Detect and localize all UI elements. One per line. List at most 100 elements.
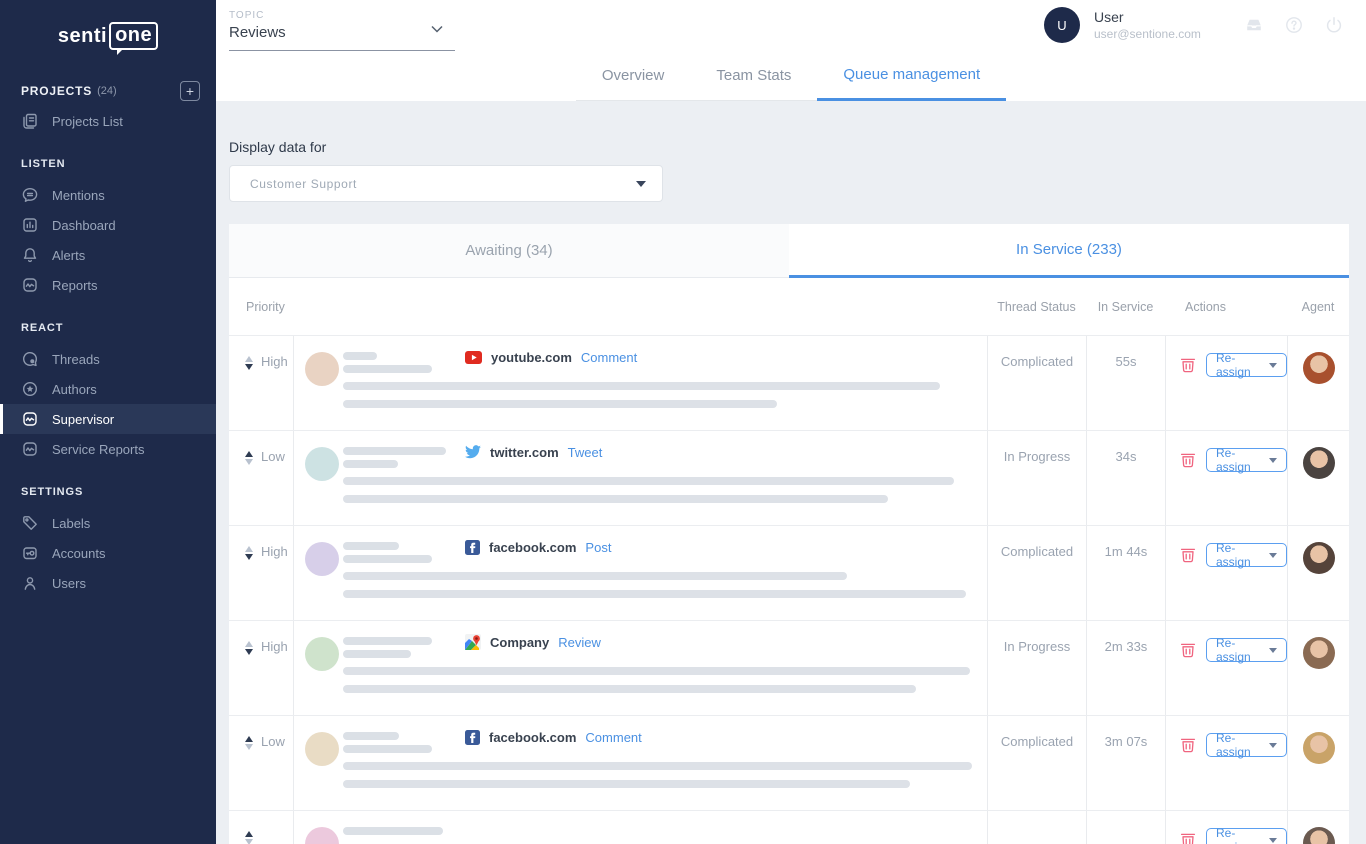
placeholder-bar xyxy=(343,352,377,360)
topic-value: Reviews xyxy=(229,24,455,41)
priority-arrows[interactable] xyxy=(245,641,253,655)
reassign-button[interactable]: Re-assign xyxy=(1206,638,1287,662)
thread-content-cell[interactable]: twitter.com Tweet xyxy=(293,431,987,525)
thread-content-cell[interactable]: youtube.com Comment xyxy=(293,336,987,430)
thread-content-cell[interactable]: Company Review xyxy=(293,621,987,715)
trash-icon[interactable] xyxy=(1180,451,1196,469)
table-row: High youtube.com Comment xyxy=(229,335,1349,430)
queue-subtabs: Awaiting (34) In Service (233) xyxy=(229,224,1349,278)
priority-label: High xyxy=(261,544,288,559)
help-icon[interactable] xyxy=(1284,15,1304,35)
pulse-box-icon xyxy=(21,410,39,428)
tab-overview[interactable]: Overview xyxy=(576,51,691,102)
sidebar-item-threads[interactable]: Threads xyxy=(0,344,216,374)
post-type-link[interactable]: Review xyxy=(558,635,601,650)
reassign-button[interactable]: Re-assign xyxy=(1206,733,1287,757)
post-type-link[interactable]: Tweet xyxy=(568,445,603,460)
key-icon xyxy=(21,544,39,562)
sidebar-item-label: Labels xyxy=(52,516,90,531)
thread-content-cell[interactable] xyxy=(293,811,987,844)
sidebar-item-authors[interactable]: Authors xyxy=(0,374,216,404)
source-domain: Company xyxy=(490,635,549,650)
subtab-in-service[interactable]: In Service (233) xyxy=(789,224,1349,278)
topic-dropdown[interactable]: TOPIC Reviews xyxy=(229,0,455,51)
author-avatar xyxy=(305,637,339,671)
author-avatar xyxy=(305,827,339,844)
speech-bubble-icon xyxy=(21,186,39,204)
content-area: Display data for Customer Support Awaiti… xyxy=(216,101,1366,844)
sidebar-item-mentions[interactable]: Mentions xyxy=(0,180,216,210)
projects-header: PROJECTS (24) + xyxy=(0,76,216,106)
agent-avatar xyxy=(1303,542,1335,574)
app-root: sentione PROJECTS (24) + Projects List L… xyxy=(0,0,1366,844)
placeholder-bar xyxy=(343,667,970,675)
reassign-button[interactable]: Re-assign xyxy=(1206,353,1287,377)
actions-cell: Re-assign xyxy=(1165,811,1287,844)
sidebar-item-users[interactable]: Users xyxy=(0,568,216,598)
actions-cell: Re-assign xyxy=(1165,621,1287,715)
priority-arrows[interactable] xyxy=(245,451,253,465)
priority-arrows[interactable] xyxy=(245,546,253,560)
reassign-button[interactable]: Re-assign xyxy=(1206,828,1287,844)
actions-cell: Re-assign xyxy=(1165,431,1287,525)
column-header-thread-status: Thread Status xyxy=(987,278,1086,335)
inbox-icon[interactable] xyxy=(1244,15,1264,35)
power-icon[interactable] xyxy=(1324,15,1344,35)
priority-arrows[interactable] xyxy=(245,356,253,370)
agent-cell xyxy=(1287,716,1349,810)
sidebar-item-accounts[interactable]: Accounts xyxy=(0,538,216,568)
tab-team-stats[interactable]: Team Stats xyxy=(690,51,817,102)
sidebar-item-alerts[interactable]: Alerts xyxy=(0,240,216,270)
thread-content-cell[interactable]: facebook.com Comment xyxy=(293,716,987,810)
sidebar-item-labels[interactable]: Labels xyxy=(0,508,216,538)
priority-label: High xyxy=(261,354,288,369)
sidebar-item-dashboard[interactable]: Dashboard xyxy=(0,210,216,240)
tag-icon xyxy=(21,514,39,532)
placeholder-bar xyxy=(343,477,954,485)
sidebar-item-label: Projects List xyxy=(52,114,123,129)
sentione-logo: sentione xyxy=(0,0,216,72)
sidebar-item-reports[interactable]: Reports xyxy=(0,270,216,300)
priority-arrows[interactable] xyxy=(245,736,253,750)
in-service-time: 1m 44s xyxy=(1086,526,1165,620)
post-type-link[interactable]: Comment xyxy=(581,350,637,365)
reassign-button[interactable]: Re-assign xyxy=(1206,448,1287,472)
placeholder-bar xyxy=(343,762,972,770)
team-select[interactable]: Customer Support xyxy=(229,165,663,202)
source-domain: facebook.com xyxy=(489,540,576,555)
user-avatar[interactable]: U xyxy=(1044,7,1080,43)
trash-icon[interactable] xyxy=(1180,641,1196,659)
sidebar-item-service-reports[interactable]: Service Reports xyxy=(0,434,216,464)
subtab-awaiting[interactable]: Awaiting (34) xyxy=(229,224,789,278)
reassign-button[interactable]: Re-assign xyxy=(1206,543,1287,567)
queue-card: Awaiting (34) In Service (233) Priority … xyxy=(229,224,1349,844)
team-select-value: Customer Support xyxy=(250,177,357,191)
table-row: Low facebook.com Comment xyxy=(229,715,1349,810)
tab-queue-management[interactable]: Queue management xyxy=(817,51,1006,102)
caret-down-icon xyxy=(1269,553,1277,558)
trash-icon[interactable] xyxy=(1180,546,1196,564)
post-type-link[interactable]: Post xyxy=(585,540,611,555)
trash-icon[interactable] xyxy=(1180,831,1196,844)
sidebar-item-projects-list[interactable]: Projects List xyxy=(0,106,216,136)
user-name: User xyxy=(1094,9,1244,25)
sidebar-item-supervisor[interactable]: Supervisor xyxy=(0,404,216,434)
placeholder-bar xyxy=(343,382,940,390)
sidebar-item-label: Supervisor xyxy=(52,412,114,427)
post-type-link[interactable]: Comment xyxy=(585,730,641,745)
source-domain: facebook.com xyxy=(489,730,576,745)
placeholder-bar xyxy=(343,447,446,455)
user-meta: User user@sentione.com xyxy=(1094,9,1244,41)
priority-cell: High xyxy=(229,526,293,620)
trash-icon[interactable] xyxy=(1180,356,1196,374)
trash-icon[interactable] xyxy=(1180,736,1196,754)
priority-arrows[interactable] xyxy=(245,831,253,844)
actions-cell: Re-assign xyxy=(1165,526,1287,620)
add-project-button[interactable]: + xyxy=(180,81,200,101)
display-data-label: Display data for xyxy=(229,139,1366,155)
agent-avatar xyxy=(1303,732,1335,764)
agent-avatar xyxy=(1303,827,1335,844)
caret-down-icon xyxy=(1269,458,1277,463)
thread-status: In Progress xyxy=(987,431,1086,525)
thread-content-cell[interactable]: facebook.com Post xyxy=(293,526,987,620)
